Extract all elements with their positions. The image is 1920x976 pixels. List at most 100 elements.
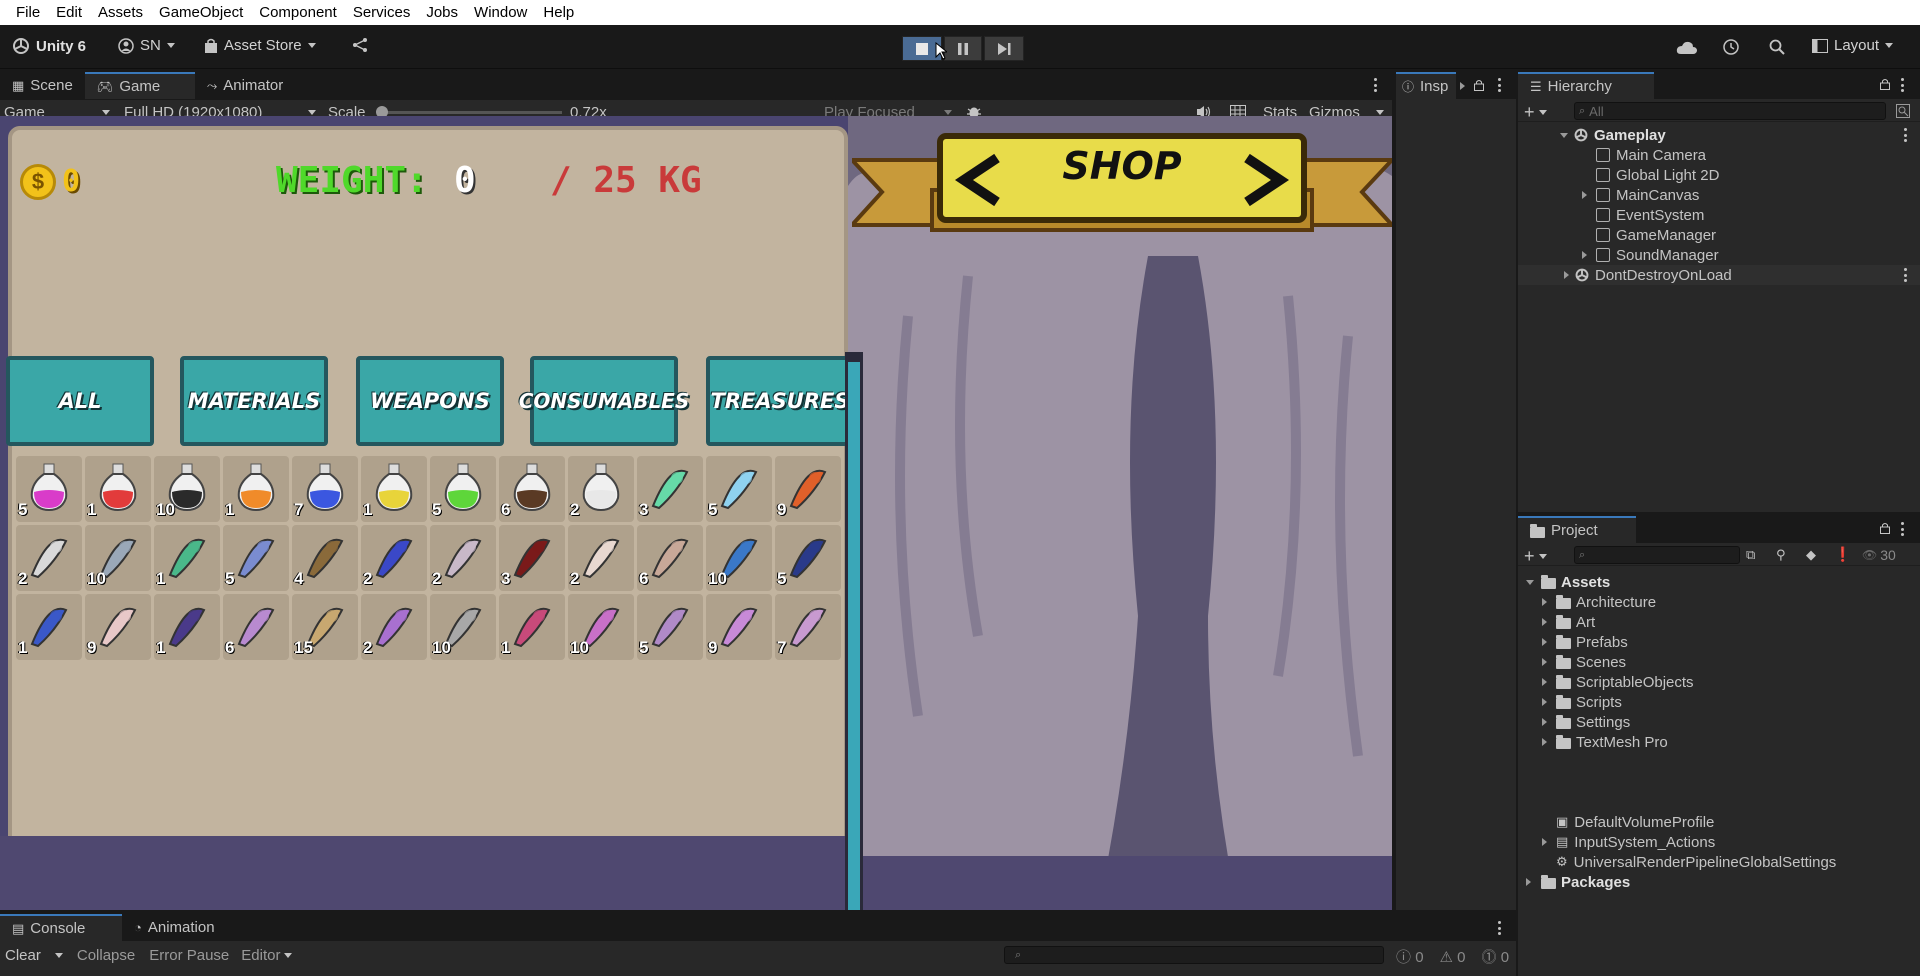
chevron-down-icon[interactable]: [1376, 110, 1384, 115]
tab-scene[interactable]: ▦ Scene: [0, 72, 85, 99]
inventory-slot[interactable]: 2: [16, 525, 82, 591]
inventory-slot[interactable]: 2: [361, 594, 427, 660]
label-tag-icon[interactable]: ◆: [1806, 547, 1816, 563]
inventory-slot[interactable]: 10: [85, 525, 151, 591]
project-folder[interactable]: Scenes: [1518, 652, 1626, 672]
menu-gameobject[interactable]: GameObject: [151, 4, 251, 21]
hierarchy-add-button[interactable]: +: [1524, 102, 1547, 123]
inventory-slot[interactable]: 6: [223, 594, 289, 660]
menu-window[interactable]: Window: [466, 4, 535, 21]
inventory-slot[interactable]: 5: [706, 456, 772, 522]
cloud-icon[interactable]: [1676, 41, 1698, 55]
inventory-slot[interactable]: 1: [223, 456, 289, 522]
hierarchy-item[interactable]: EventSystem: [1518, 205, 1842, 225]
project-folder[interactable]: Settings: [1518, 712, 1630, 732]
lock-icon[interactable]: [1474, 79, 1484, 91]
clear-button[interactable]: Clear: [5, 947, 41, 964]
project-folder-assets[interactable]: Assets: [1518, 572, 1610, 592]
inventory-slot[interactable]: 1: [499, 594, 565, 660]
step-button[interactable]: [984, 36, 1024, 61]
tab-hierarchy[interactable]: ☰ Hierarchy: [1518, 72, 1654, 99]
inventory-slot[interactable]: 1: [85, 456, 151, 522]
project-add-button[interactable]: +: [1524, 546, 1547, 567]
expand-arrow-icon[interactable]: [1542, 718, 1547, 726]
project-file[interactable]: ⚙ UniversalRenderPipelineGlobalSettings: [1518, 852, 1836, 872]
tab-project[interactable]: Project: [1518, 516, 1636, 543]
project-search-input[interactable]: ⌕: [1574, 546, 1740, 564]
more-options-icon[interactable]: [1498, 921, 1502, 935]
more-options-icon[interactable]: [1498, 78, 1502, 92]
filter-type-icon[interactable]: ⚲: [1776, 547, 1786, 563]
inventory-slot[interactable]: 9: [775, 456, 841, 522]
more-options-icon[interactable]: [1904, 268, 1908, 282]
collapse-toggle[interactable]: Collapse: [77, 947, 135, 964]
hierarchy-item[interactable]: GameManager: [1518, 225, 1842, 245]
tab-console[interactable]: ▤ Console: [0, 914, 122, 941]
inventory-scrollbar[interactable]: [845, 352, 863, 910]
inventory-slot[interactable]: 10: [154, 456, 220, 522]
expand-arrow-icon[interactable]: [1582, 251, 1587, 259]
account-dropdown[interactable]: SN: [118, 37, 175, 54]
layout-dropdown[interactable]: Layout: [1812, 37, 1894, 54]
inventory-slot[interactable]: 1: [154, 594, 220, 660]
scale-slider[interactable]: [376, 106, 562, 118]
shop-next-button[interactable]: [1232, 146, 1292, 216]
menu-edit[interactable]: Edit: [48, 4, 90, 21]
inventory-slot[interactable]: 4: [292, 525, 358, 591]
warning-filter-icon[interactable]: ❗: [1834, 546, 1851, 563]
menu-file[interactable]: File: [8, 4, 48, 21]
inventory-slot[interactable]: 1: [154, 525, 220, 591]
shop-prev-button[interactable]: [952, 146, 1012, 216]
inventory-slot[interactable]: 5: [637, 594, 703, 660]
error-pause-toggle[interactable]: Error Pause: [149, 947, 229, 964]
project-folder-packages[interactable]: Packages: [1518, 872, 1630, 892]
hierarchy-search-input[interactable]: ⌕ All: [1574, 102, 1886, 120]
inventory-slot[interactable]: 2: [430, 525, 496, 591]
hierarchy-item[interactable]: Global Light 2D: [1518, 165, 1842, 185]
inventory-slot[interactable]: 9: [706, 594, 772, 660]
inventory-slot[interactable]: 1: [16, 594, 82, 660]
inventory-slot[interactable]: 7: [292, 456, 358, 522]
hierarchy-scene-gameplay[interactable]: Gameplay: [1518, 125, 1842, 145]
category-materials-button[interactable]: MATERIALS: [180, 356, 328, 446]
tab-inspector[interactable]: ⓘ Insp: [1396, 72, 1456, 99]
inventory-slot[interactable]: 1: [361, 456, 427, 522]
pause-button[interactable]: [944, 36, 982, 61]
expand-arrow-icon[interactable]: [1542, 658, 1547, 666]
hierarchy-item[interactable]: SoundManager: [1518, 245, 1842, 265]
project-folder[interactable]: Prefabs: [1518, 632, 1628, 652]
inventory-slot[interactable]: 7: [775, 594, 841, 660]
warning-count-toggle[interactable]: ⚠ 0: [1440, 948, 1466, 966]
unity-account-menu[interactable]: Unity 6: [12, 37, 86, 55]
search-by-type-icon[interactable]: ⧉: [1746, 547, 1755, 563]
project-folder[interactable]: Architecture: [1518, 592, 1656, 612]
expand-arrow-icon[interactable]: [1542, 638, 1547, 646]
chevron-right-icon[interactable]: [1460, 82, 1465, 90]
expand-arrow-icon[interactable]: [1526, 579, 1534, 585]
inventory-slot[interactable]: 10: [430, 594, 496, 660]
tab-game[interactable]: 🎮︎ Game: [84, 72, 195, 99]
project-file[interactable]: ▣ DefaultVolumeProfile: [1518, 812, 1714, 832]
menu-help[interactable]: Help: [535, 4, 582, 21]
expand-arrow-icon[interactable]: [1582, 191, 1587, 199]
expand-arrow-icon[interactable]: [1542, 738, 1547, 746]
inventory-slot[interactable]: 5: [16, 456, 82, 522]
menu-assets[interactable]: Assets: [90, 4, 151, 21]
tab-animation[interactable]: ◔ Animation: [122, 914, 227, 941]
category-all-button[interactable]: ALL: [6, 356, 154, 446]
version-control-button[interactable]: [352, 37, 368, 53]
category-treasures-button[interactable]: TREASURES: [706, 356, 854, 446]
inventory-slot[interactable]: 15: [292, 594, 358, 660]
console-search-input[interactable]: ⌕: [1004, 946, 1384, 964]
expand-arrow-icon[interactable]: [1542, 678, 1547, 686]
inventory-slot[interactable]: 10: [706, 525, 772, 591]
expand-arrow-icon[interactable]: [1542, 698, 1547, 706]
inventory-slot[interactable]: 2: [361, 525, 427, 591]
inventory-slot[interactable]: 6: [637, 525, 703, 591]
expand-arrow-icon[interactable]: [1526, 878, 1531, 886]
search-filter-icon[interactable]: [1896, 104, 1910, 118]
project-file[interactable]: ▤ InputSystem_Actions: [1518, 832, 1715, 852]
more-options-icon[interactable]: [1904, 128, 1908, 142]
lock-icon[interactable]: [1880, 522, 1890, 534]
editor-dropdown[interactable]: Editor: [241, 947, 293, 964]
